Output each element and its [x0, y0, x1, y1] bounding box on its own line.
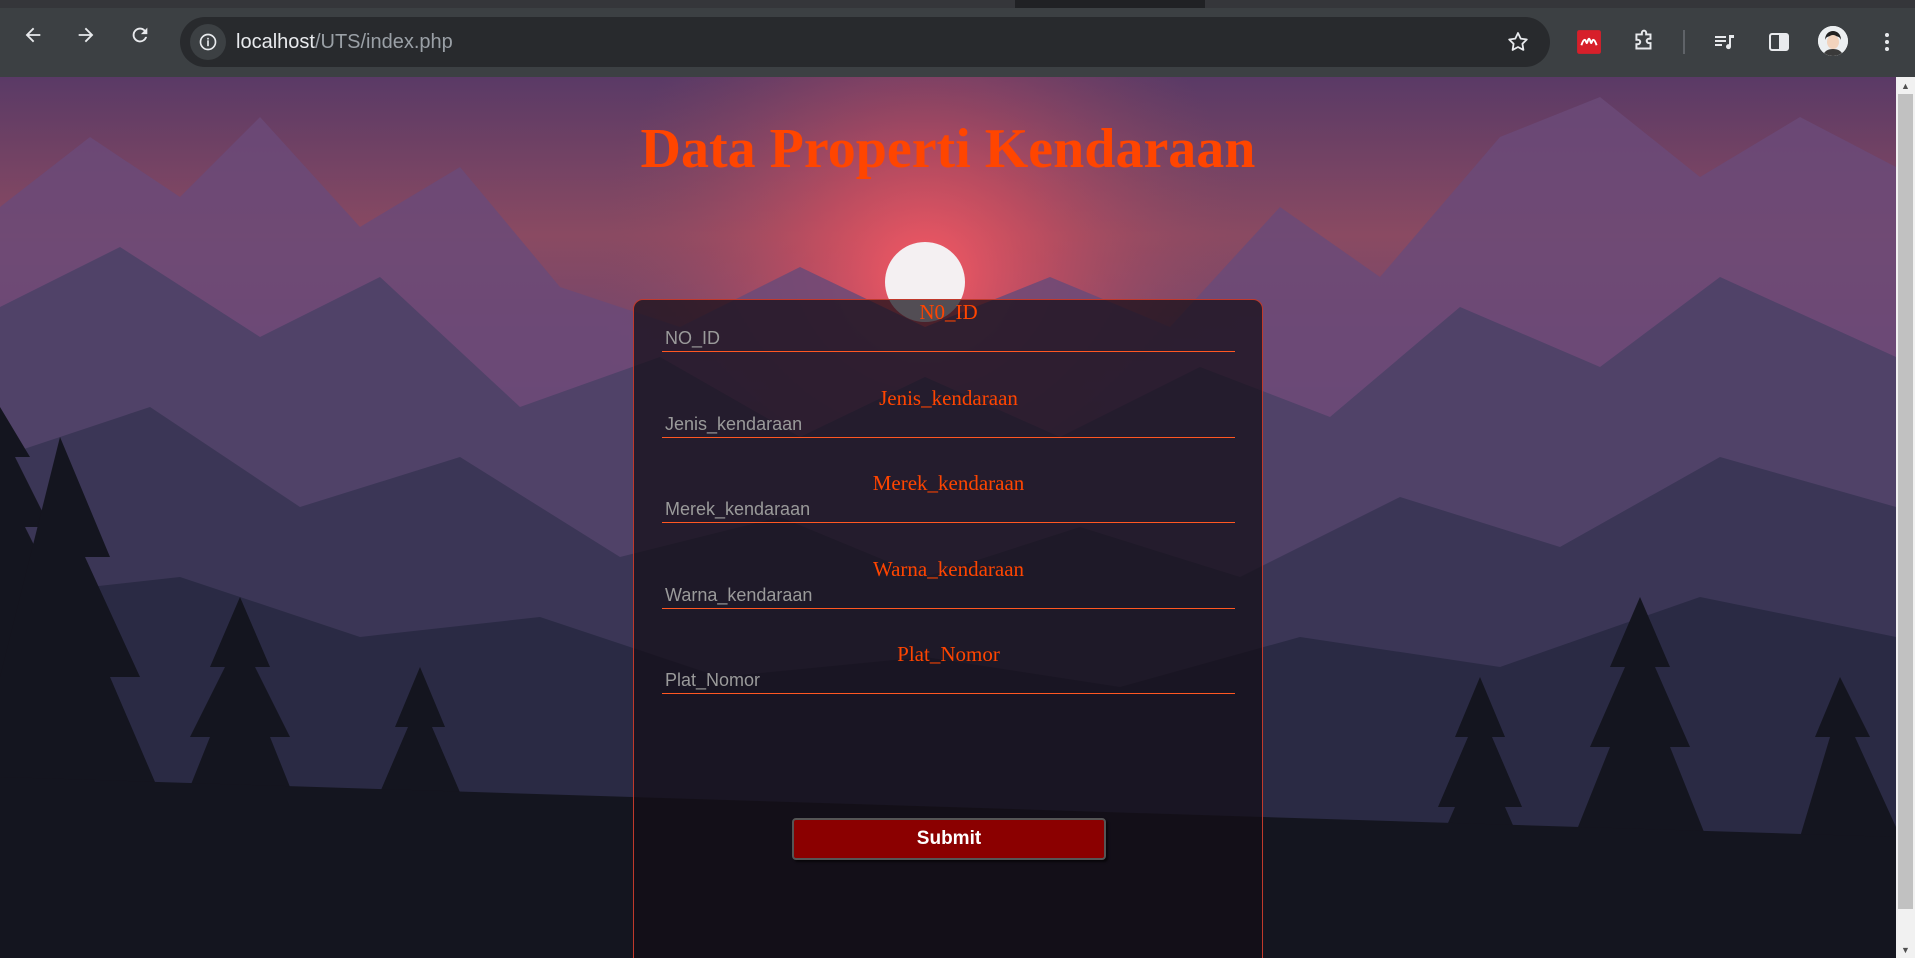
- reload-button[interactable]: [122, 17, 158, 53]
- scroll-up-arrow-icon[interactable]: ▲: [1896, 77, 1915, 94]
- url-host: localhost: [236, 31, 315, 53]
- mendeley-icon: [1577, 30, 1601, 54]
- page-title: Data Properti Kendaraan: [640, 118, 1256, 180]
- info-icon: [199, 33, 217, 51]
- reload-icon: [132, 27, 148, 43]
- extension-mendeley-button[interactable]: [1572, 25, 1606, 59]
- no-id-input[interactable]: [662, 326, 1235, 352]
- arrow-left-icon: [25, 27, 41, 43]
- forward-button[interactable]: [68, 17, 104, 53]
- more-vertical-icon: [1885, 33, 1889, 51]
- warna-kendaraan-label: Warna_kendaraan: [872, 557, 1025, 581]
- no-id-label: N0_ID: [919, 300, 978, 324]
- scroll-down-arrow-icon[interactable]: ▼: [1896, 941, 1915, 958]
- merek-kendaraan-input[interactable]: [662, 497, 1235, 523]
- browser-chrome: localhost/UTS/index.php: [0, 0, 1915, 77]
- site-info-button[interactable]: [190, 24, 226, 60]
- plat-nomor-label: Plat_Nomor: [897, 642, 1000, 666]
- browser-toolbar: localhost/UTS/index.php: [0, 8, 1915, 77]
- plat-nomor-input[interactable]: [662, 668, 1235, 694]
- url-text[interactable]: localhost/UTS/index.php: [236, 31, 453, 54]
- field-warna-kendaraan: Warna_kendaraan: [662, 557, 1235, 609]
- field-jenis-kendaraan: Jenis_kendaraan: [662, 386, 1235, 438]
- address-bar[interactable]: localhost/UTS/index.php: [180, 17, 1550, 67]
- jenis-kendaraan-input[interactable]: [662, 412, 1235, 438]
- browser-menu-button[interactable]: [1870, 25, 1904, 59]
- tab-inactive[interactable]: [0, 0, 1015, 8]
- arrow-right-icon: [78, 27, 94, 43]
- side-panel-icon: [1769, 33, 1789, 51]
- toolbar-divider: [1683, 30, 1685, 54]
- media-control-button[interactable]: [1707, 25, 1741, 59]
- jenis-kendaraan-label: Jenis_kendaraan: [879, 386, 1018, 410]
- page-viewport: Data Properti Kendaraan N0_ID Jenis_kend…: [0, 77, 1896, 958]
- tab-strip: [0, 0, 1915, 8]
- puzzle-icon: [1635, 29, 1652, 50]
- profile-avatar[interactable]: [1818, 26, 1848, 56]
- extensions-button[interactable]: [1627, 25, 1661, 59]
- playlist-icon: [1715, 35, 1734, 50]
- submit-button[interactable]: Submit: [792, 818, 1106, 860]
- bookmark-star-icon[interactable]: [1506, 30, 1530, 54]
- side-panel-button[interactable]: [1762, 25, 1796, 59]
- warna-kendaraan-input[interactable]: [662, 583, 1235, 609]
- field-no-id: N0_ID: [662, 300, 1235, 352]
- page-scrollbar[interactable]: ▲ ▼: [1896, 77, 1915, 958]
- tab-inactive[interactable]: [1205, 0, 1915, 8]
- avatar-icon: [1818, 26, 1848, 56]
- url-path: /UTS/index.php: [314, 31, 453, 53]
- scrollbar-thumb[interactable]: [1898, 94, 1913, 909]
- back-button[interactable]: [15, 17, 51, 53]
- field-plat-nomor: Plat_Nomor: [662, 642, 1235, 694]
- merek-kendaraan-label: Merek_kendaraan: [872, 471, 1025, 495]
- vehicle-form: N0_ID Jenis_kendaraan Merek_kendaraan Wa…: [633, 299, 1263, 958]
- field-merek-kendaraan: Merek_kendaraan: [662, 471, 1235, 523]
